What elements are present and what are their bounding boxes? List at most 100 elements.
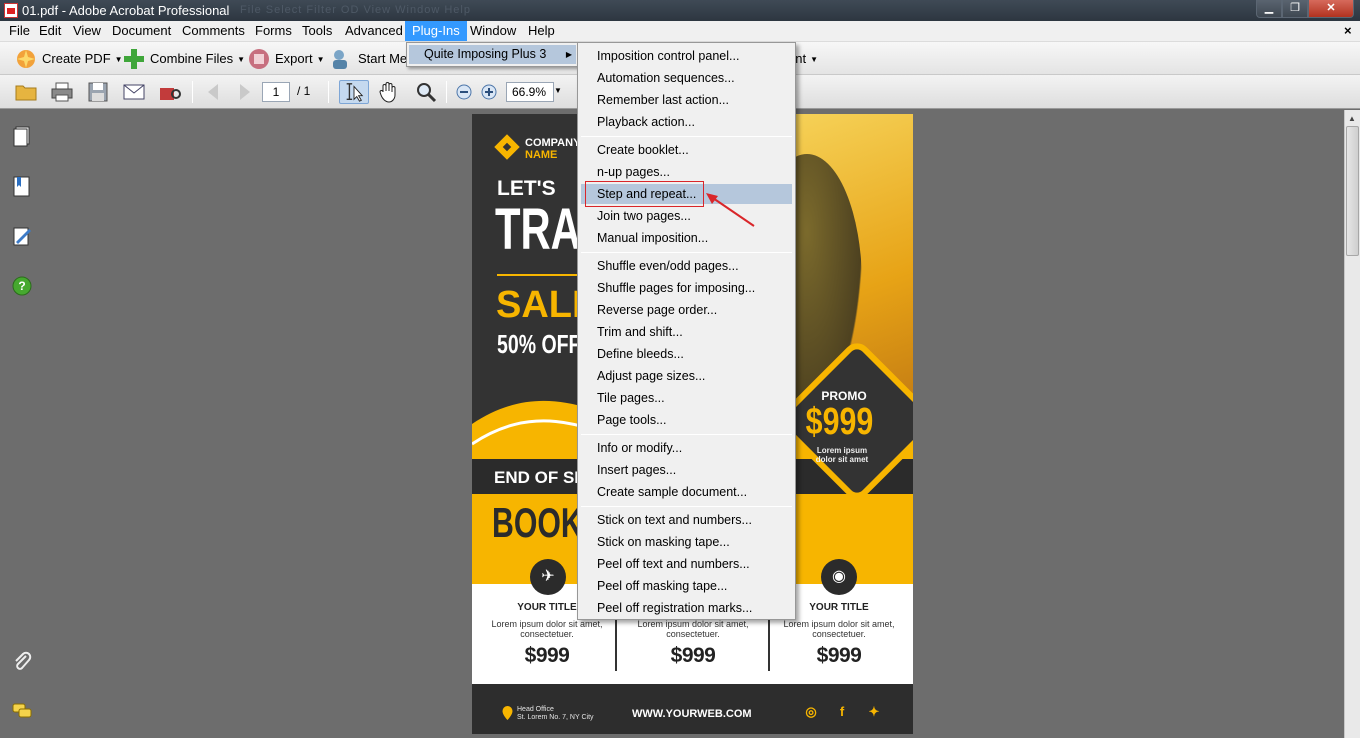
email-icon[interactable]: [122, 80, 146, 104]
menu-help[interactable]: Help: [521, 21, 562, 41]
help-icon[interactable]: ?: [11, 275, 33, 297]
vertical-scrollbar[interactable]: ▲: [1344, 110, 1360, 738]
scroll-up-icon[interactable]: ▲: [1348, 114, 1356, 123]
menu-forms[interactable]: Forms: [248, 21, 299, 41]
meeting-icon: [333, 50, 347, 69]
menu-item-join-two-pages[interactable]: Join two pages...: [581, 206, 792, 226]
navigation-panel: ?: [0, 110, 44, 738]
title-bar: 01.pdf - Adobe Acrobat Professional File…: [0, 0, 1360, 21]
zoom-level-input[interactable]: 66.9%: [506, 82, 554, 102]
menu-comments[interactable]: Comments: [175, 21, 252, 41]
zoom-tool-icon[interactable]: [414, 80, 438, 104]
instagram-icon: ◎: [805, 704, 817, 719]
zoom-out-icon[interactable]: [454, 80, 474, 104]
menu-tools[interactable]: Tools: [295, 21, 339, 41]
svg-text:?: ?: [18, 279, 25, 293]
open-folder-icon[interactable]: [14, 80, 38, 104]
menu-item-insert-pages[interactable]: Insert pages...: [581, 460, 792, 480]
airplane-icon: ✈: [530, 559, 566, 595]
bookmarks-icon[interactable]: [11, 175, 33, 197]
menu-item-shuffle-even-odd[interactable]: Shuffle even/odd pages...: [581, 256, 792, 276]
quite-imposing-submenu: Imposition control panel... Automation s…: [577, 42, 796, 620]
menu-plug-ins[interactable]: Plug-Ins: [405, 21, 467, 41]
menu-item-info-or-modify[interactable]: Info or modify...: [581, 438, 792, 458]
twitter-icon: ✦: [868, 704, 880, 719]
document-close-button[interactable]: ×: [1344, 23, 1352, 38]
create-pdf-label: Create PDF: [42, 51, 111, 66]
menu-item-quite-imposing[interactable]: Quite Imposing Plus 3 ▶: [409, 45, 576, 64]
close-button[interactable]: ✕: [1308, 0, 1354, 18]
combine-files-button[interactable]: Combine Files ▼: [122, 47, 245, 71]
menu-bar: File Edit View Document Comments Forms T…: [0, 21, 1360, 42]
menu-item-create-booklet[interactable]: Create booklet...: [581, 140, 792, 160]
menu-separator: [581, 506, 792, 507]
create-pdf-button[interactable]: Create PDF ▼: [14, 47, 123, 71]
menu-item-automation-sequences[interactable]: Automation sequences...: [581, 68, 792, 88]
address-block: Head Office St. Lorem No. 7, NY City: [517, 706, 594, 722]
menu-item-reverse-page-order[interactable]: Reverse page order...: [581, 300, 792, 320]
company-name: COMPANY: [525, 137, 581, 149]
menu-item-remember-last-action[interactable]: Remember last action...: [581, 90, 792, 110]
camera-icon: ◉: [821, 559, 857, 595]
signatures-icon[interactable]: [11, 225, 33, 247]
menu-item-peel-off-text[interactable]: Peel off text and numbers...: [581, 554, 792, 574]
zoom-in-icon[interactable]: [479, 80, 499, 104]
maximize-button[interactable]: ❐: [1282, 0, 1308, 18]
hand-tool-icon[interactable]: [377, 80, 401, 104]
menu-item-imposition-control-panel[interactable]: Imposition control panel...: [581, 46, 792, 66]
print-icon[interactable]: [50, 80, 74, 104]
menu-item-page-tools[interactable]: Page tools...: [581, 410, 792, 430]
start-meeting-button[interactable]: Start Mee: [330, 47, 414, 71]
toolbar-separator: [328, 81, 329, 103]
menu-advanced[interactable]: Advanced: [338, 21, 410, 41]
book-text: BOOK: [492, 499, 583, 546]
promo-desc-1: Lorem ipsum: [816, 446, 868, 455]
card-price: $999: [816, 644, 862, 667]
background-window-menu: File Select Filter OD View Window Help: [240, 4, 471, 16]
menu-separator: [581, 252, 792, 253]
menu-window[interactable]: Window: [463, 21, 523, 41]
menu-item-create-sample-document[interactable]: Create sample document...: [581, 482, 792, 502]
next-page-icon[interactable]: [232, 80, 256, 104]
combine-files-label: Combine Files: [150, 51, 234, 66]
zoom-dropdown-icon[interactable]: ▼: [554, 86, 562, 95]
menu-edit[interactable]: Edit: [32, 21, 68, 41]
pages-icon[interactable]: [11, 125, 33, 147]
facebook-icon: f: [839, 704, 845, 719]
company-name-2: NAME: [525, 149, 558, 161]
menu-item-define-bleeds[interactable]: Define bleeds...: [581, 344, 792, 364]
export-icon: [249, 49, 269, 69]
secure-icon[interactable]: [158, 80, 182, 104]
menu-item-adjust-page-sizes[interactable]: Adjust page sizes...: [581, 366, 792, 386]
menu-item-peel-off-masking-tape[interactable]: Peel off masking tape...: [581, 576, 792, 596]
menu-item-peel-off-registration-marks[interactable]: Peel off registration marks...: [581, 598, 792, 618]
create-pdf-icon: [17, 50, 35, 68]
pdf-file-icon: [4, 3, 18, 18]
select-tool-icon[interactable]: [339, 80, 369, 104]
menu-item-manual-imposition[interactable]: Manual imposition...: [581, 228, 792, 248]
scrollbar-thumb[interactable]: [1346, 126, 1359, 256]
save-icon[interactable]: [86, 80, 110, 104]
menu-item-n-up-pages[interactable]: n-up pages...: [581, 162, 792, 182]
menu-item-trim-and-shift[interactable]: Trim and shift...: [581, 322, 792, 342]
menu-item-shuffle-pages-imposing[interactable]: Shuffle pages for imposing...: [581, 278, 792, 298]
export-button[interactable]: Export ▼: [247, 47, 325, 71]
submenu-arrow-icon: ▶: [565, 50, 572, 59]
menu-item-stick-on-text[interactable]: Stick on text and numbers...: [581, 510, 792, 530]
menu-view[interactable]: View: [66, 21, 108, 41]
page-number-input[interactable]: 1: [262, 82, 290, 102]
promo-price: $999: [805, 401, 874, 443]
attachments-icon[interactable]: [11, 650, 33, 672]
comments-icon[interactable]: [11, 700, 33, 722]
menu-item-playback-action[interactable]: Playback action...: [581, 112, 792, 132]
menu-document[interactable]: Document: [105, 21, 178, 41]
flyer-footer: Head Office St. Lorem No. 7, NY City WWW…: [472, 684, 913, 734]
minimize-button[interactable]: ▁: [1256, 0, 1282, 18]
previous-page-icon[interactable]: [202, 80, 226, 104]
location-pin-icon: [502, 706, 513, 720]
menu-item-tile-pages[interactable]: Tile pages...: [581, 388, 792, 408]
combine-files-icon: [124, 49, 144, 69]
card-price: $999: [670, 644, 716, 667]
menu-item-stick-on-masking-tape[interactable]: Stick on masking tape...: [581, 532, 792, 552]
toolbar-separator: [446, 81, 447, 103]
